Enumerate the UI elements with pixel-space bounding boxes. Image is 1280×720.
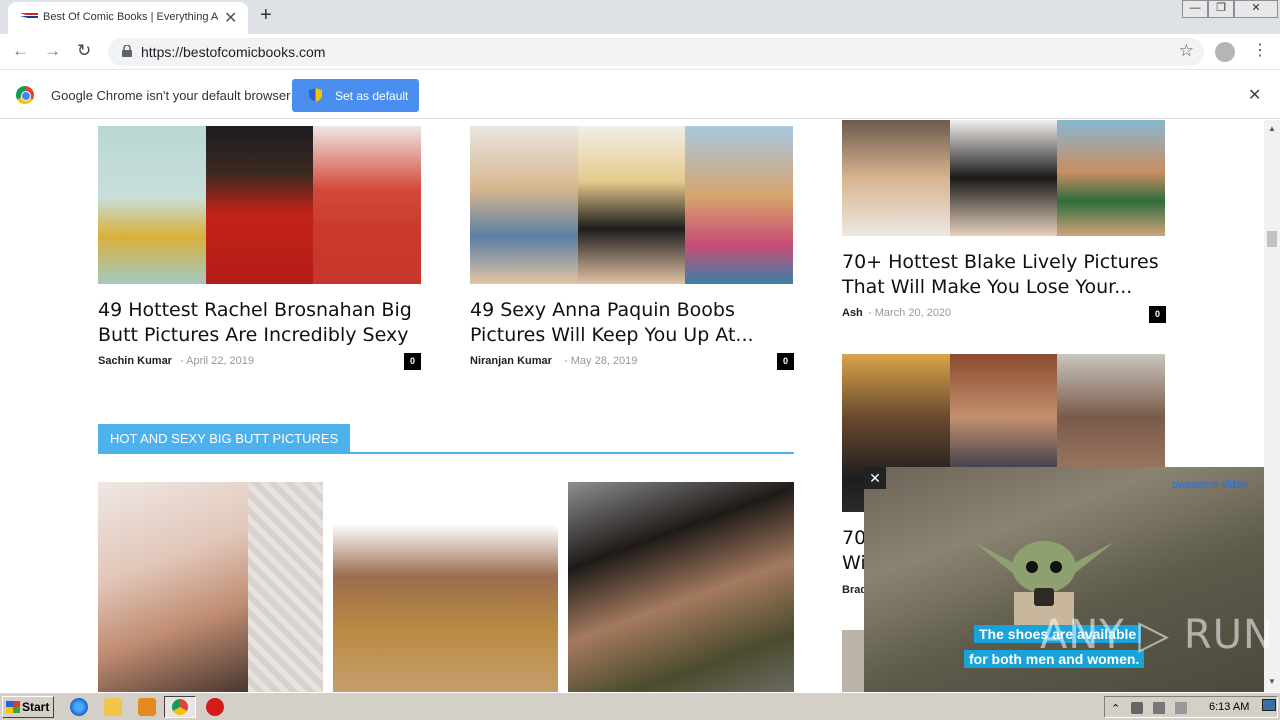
uac-shield-icon <box>309 88 322 102</box>
address-bar[interactable]: https://bestofcomicbooks.com ☆ <box>108 38 1204 66</box>
section-heading: HOT AND SEXY BIG BUTT PICTURES <box>98 424 794 454</box>
system-tray: ⌃ 6:13 AM <box>1104 696 1278 718</box>
profile-avatar-icon[interactable] <box>1215 42 1235 62</box>
article-date: - April 22, 2019 <box>180 355 255 367</box>
chrome-taskbar-button[interactable] <box>164 696 196 718</box>
reload-icon[interactable]: ↻ <box>77 41 91 61</box>
gallery-image[interactable] <box>568 482 794 692</box>
infobar-close-icon[interactable]: ✕ <box>1248 85 1261 105</box>
article-date-text: March 20, 2020 <box>874 307 952 319</box>
network-icon[interactable] <box>1153 702 1165 714</box>
article-title[interactable]: 70+ Hottest Blake Lively Pictures That W… <box>842 250 1172 300</box>
ad-close-icon[interactable]: ✕ <box>864 467 886 489</box>
comment-count-badge[interactable]: 0 <box>1149 306 1166 323</box>
scrollbar-thumb[interactable] <box>1267 231 1277 247</box>
browser-titlebar: Best Of Comic Books | Everything Ab ✕ + … <box>0 0 1280 34</box>
section-heading-label[interactable]: HOT AND SEXY BIG BUTT PICTURES <box>98 424 351 454</box>
forward-arrow-icon[interactable]: → <box>44 41 61 61</box>
article-date: - May 28, 2019 <box>564 355 638 367</box>
tab-close-icon[interactable]: ✕ <box>224 8 237 28</box>
comment-count-badge[interactable]: 0 <box>777 353 794 370</box>
back-arrow-icon[interactable]: ← <box>12 41 29 61</box>
start-button[interactable]: Start <box>2 696 54 718</box>
windows-flag-icon <box>6 701 20 713</box>
article-author[interactable]: Ash <box>842 307 863 319</box>
set-as-default-button[interactable]: Set as default <box>292 79 419 112</box>
scroll-up-icon[interactable]: ▲ <box>1268 124 1276 133</box>
article-author[interactable]: Niranjan Kumar <box>470 355 552 367</box>
media-player-icon[interactable] <box>138 698 156 716</box>
internet-explorer-icon[interactable] <box>70 698 88 716</box>
article-title[interactable]: 49 Sexy Anna Paquin Boobs Pictures Will … <box>470 298 800 348</box>
windows-taskbar: Start ⌃ 6:13 AM <box>0 692 1280 720</box>
infobar-message: Google Chrome isn't your default browser <box>51 88 291 103</box>
article-author[interactable]: Sachin Kumar <box>98 355 172 367</box>
article-thumbnail[interactable] <box>98 126 421 284</box>
bookmark-star-icon[interactable]: ☆ <box>1179 41 1194 61</box>
chrome-icon <box>172 699 188 715</box>
article-title-line1: 70 <box>842 527 867 549</box>
tab-title: Best Of Comic Books | Everything Ab <box>43 11 218 23</box>
minimize-button[interactable]: — <box>1182 0 1208 18</box>
set-as-default-label: Set as default <box>335 89 409 103</box>
browser-tab[interactable]: Best Of Comic Books | Everything Ab ✕ <box>8 2 248 34</box>
lock-icon <box>122 45 132 57</box>
article-date-text: May 28, 2019 <box>570 355 638 367</box>
article-thumbnail[interactable] <box>842 120 1165 236</box>
opera-icon[interactable] <box>206 698 224 716</box>
comment-count-badge[interactable]: 0 <box>404 353 421 370</box>
article-title-line2: Wi <box>842 552 866 574</box>
article-title[interactable]: 49 Hottest Rachel Brosnahan Big Butt Pic… <box>98 298 428 348</box>
ad-brand-logo: awesome video <box>1171 479 1248 491</box>
gallery-image[interactable] <box>98 482 323 692</box>
gallery-image[interactable] <box>333 482 558 692</box>
video-ad-player[interactable]: ✕ awesome video The shoes are available … <box>864 467 1264 692</box>
chrome-menu-icon[interactable]: ⋮ <box>1252 40 1268 60</box>
show-desktop-icon[interactable] <box>1262 699 1276 711</box>
anyrun-watermark: ANY ▷ RUN <box>1040 612 1274 658</box>
speaker-icon[interactable] <box>1131 702 1143 714</box>
article-thumbnail[interactable] <box>470 126 793 284</box>
site-favicon-icon <box>20 13 38 18</box>
browser-toolbar: ← → ↻ https://bestofcomicbooks.com ☆ ⋮ <box>0 34 1280 70</box>
tray-expand-icon[interactable]: ⌃ <box>1111 702 1123 715</box>
taskbar-clock[interactable]: 6:13 AM <box>1209 701 1249 713</box>
start-label: Start <box>22 700 50 714</box>
scroll-down-icon[interactable]: ▼ <box>1268 677 1276 686</box>
restore-button[interactable]: ❐ <box>1208 0 1234 18</box>
default-browser-infobar: Google Chrome isn't your default browser… <box>0 71 1280 119</box>
article-date: - March 20, 2020 <box>868 307 952 319</box>
page-scrollbar[interactable]: ▲ ▼ <box>1264 120 1280 692</box>
article-date-text: April 22, 2019 <box>186 355 255 367</box>
url-text: https://bestofcomicbooks.com <box>141 44 326 60</box>
action-center-flag-icon[interactable] <box>1175 702 1187 714</box>
file-explorer-icon[interactable] <box>104 698 122 716</box>
new-tab-button[interactable]: + <box>260 4 272 27</box>
chrome-logo-icon <box>16 86 34 104</box>
window-close-button[interactable]: ✕ <box>1234 0 1278 18</box>
